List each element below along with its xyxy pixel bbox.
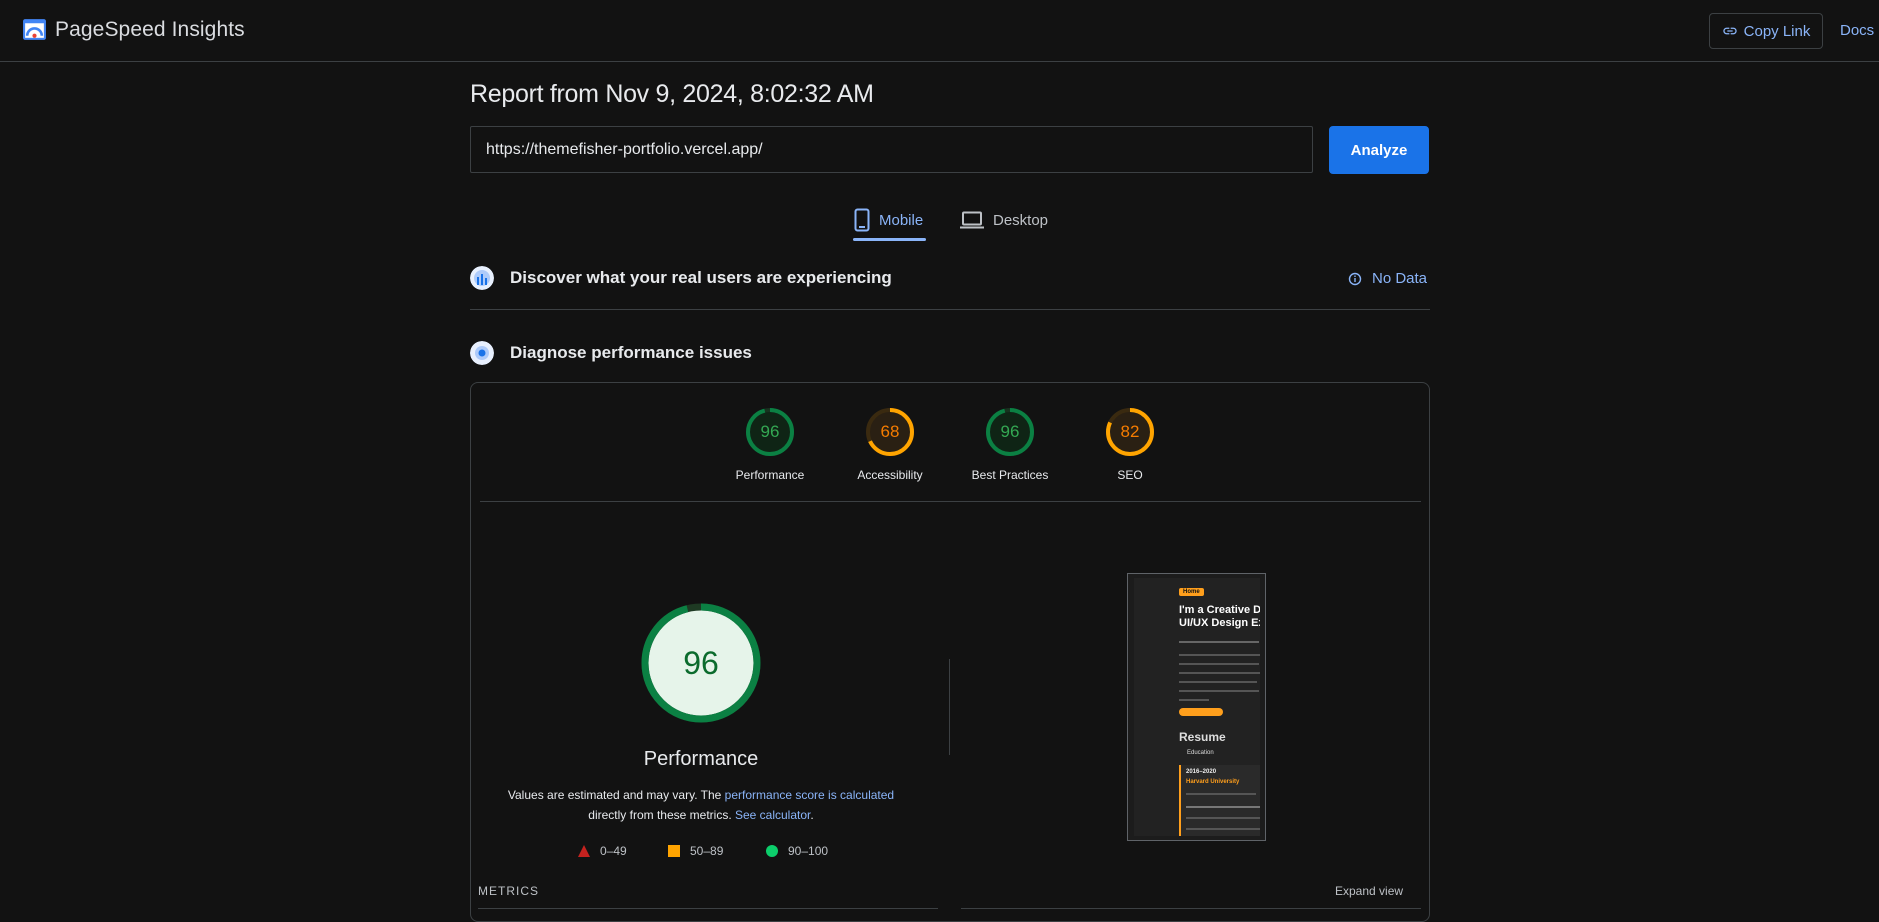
- mobile-phone-icon: [854, 208, 870, 232]
- expand-view-toggle[interactable]: Expand view: [1335, 884, 1403, 898]
- laptop-icon: [960, 211, 984, 229]
- screenshot-text-line: [1179, 641, 1259, 643]
- vertical-divider: [949, 659, 950, 755]
- legend-fail: 0–49: [578, 844, 627, 858]
- performance-heading: Performance: [643, 748, 759, 770]
- gauge-label: Accessibility: [857, 468, 923, 482]
- triangle-icon: [578, 845, 590, 857]
- screenshot-resume-heading: Resume: [1179, 730, 1226, 744]
- legend-pass: 90–100: [766, 844, 828, 858]
- field-data-section[interactable]: Discover what your real users are experi…: [470, 266, 1430, 290]
- copy-link-label: Copy Link: [1743, 22, 1811, 40]
- gauge-label: Performance: [735, 468, 805, 482]
- screenshot-content: Home I'm a Creative De UI/UX Design Ex R…: [1134, 578, 1260, 836]
- gauge-score: 82: [1121, 422, 1140, 441]
- field-data-title: Discover what your real users are experi…: [510, 268, 892, 287]
- screenshot-text-line: [1186, 817, 1260, 819]
- tab-mobile-label: Mobile: [879, 211, 924, 229]
- metrics-heading: METRICS: [478, 884, 539, 898]
- perf-score-link[interactable]: performance score is calculated: [725, 788, 894, 802]
- gauge-ring: 96: [986, 408, 1034, 456]
- metrics-divider-left: [478, 908, 938, 909]
- desc-suffix: .: [810, 808, 814, 822]
- see-calculator-link[interactable]: See calculator: [735, 808, 810, 822]
- screenshot-text-line: [1179, 663, 1259, 665]
- diagnose-section: Diagnose performance issues: [470, 341, 1430, 365]
- screenshot-text-line: [1186, 806, 1260, 808]
- tab-mobile[interactable]: Mobile: [854, 205, 923, 235]
- top-bar: PageSpeed Insights Copy Link Docs: [0, 0, 1879, 62]
- circle-icon: [766, 845, 778, 857]
- analyze-button[interactable]: Analyze: [1329, 126, 1429, 174]
- score-gauge-accessibility[interactable]: 68 Accessibility: [830, 407, 950, 482]
- big-gauge-score: 96: [683, 645, 719, 681]
- screenshot-text-line: [1179, 699, 1209, 701]
- performance-description: Values are estimated and may vary. The p…: [497, 785, 905, 825]
- desc-prefix: Values are estimated and may vary. The: [507, 788, 725, 802]
- report-title: Report from Nov 9, 2024, 8:02:32 AM: [470, 80, 874, 108]
- screenshot-education-label: Education: [1187, 750, 1214, 756]
- performance-big-gauge: 96: [641, 603, 761, 723]
- screenshot-education-card: 2016–2020 Harvard University: [1179, 765, 1260, 836]
- gauge-label: Best Practices: [971, 468, 1049, 482]
- screenshot-home-pill: Home: [1179, 588, 1204, 596]
- tab-desktop-label: Desktop: [993, 211, 1049, 229]
- score-gauge-seo[interactable]: 82 SEO: [1070, 407, 1190, 482]
- docs-link[interactable]: Docs: [1840, 22, 1874, 39]
- screenshot-text-line: [1179, 690, 1259, 692]
- card-divider: [480, 501, 1421, 502]
- legend-average-range: 50–89: [690, 844, 724, 858]
- gauge-ring: 68: [866, 408, 914, 456]
- score-gauge-best-practices[interactable]: 96 Best Practices: [950, 407, 1070, 482]
- square-icon: [668, 845, 680, 857]
- gauge-ring: 96: [746, 408, 794, 456]
- url-input[interactable]: [470, 126, 1313, 173]
- score-gauge-performance[interactable]: 96 Performance: [710, 407, 830, 482]
- field-data-icon: [470, 266, 494, 290]
- diagnose-icon: [470, 341, 494, 365]
- pagespeed-logo-icon: [23, 19, 46, 40]
- legend-fail-range: 0–49: [600, 844, 627, 858]
- brand[interactable]: PageSpeed Insights: [22, 17, 245, 42]
- screenshot-text-line: [1186, 828, 1260, 830]
- gauge-score: 96: [761, 422, 780, 441]
- section-divider: [470, 309, 1430, 310]
- screenshot-university: Harvard University: [1186, 779, 1240, 785]
- no-data-indicator[interactable]: No Data: [1348, 270, 1427, 287]
- desc-middle: directly from these metrics.: [588, 808, 735, 822]
- screenshot-download-button: [1179, 708, 1223, 716]
- screenshot-years: 2016–2020: [1186, 769, 1217, 775]
- legend-average: 50–89: [668, 844, 723, 858]
- link-icon: [1722, 27, 1737, 35]
- info-icon: [1348, 272, 1362, 285]
- screenshot-text-line: [1179, 654, 1260, 656]
- legend-pass-range: 90–100: [788, 844, 829, 858]
- gauge-ring: 82: [1106, 408, 1154, 456]
- copy-link-button[interactable]: Copy Link: [1709, 13, 1823, 49]
- screenshot-text-line: [1179, 681, 1257, 683]
- tab-desktop[interactable]: Desktop: [960, 205, 1048, 235]
- metrics-divider-right: [961, 908, 1421, 909]
- no-data-label: No Data: [1372, 270, 1428, 287]
- gauge-label: SEO: [1117, 468, 1143, 482]
- screenshot-headline-1: I'm a Creative De: [1179, 604, 1260, 616]
- page-screenshot-thumbnail[interactable]: Home I'm a Creative De UI/UX Design Ex R…: [1127, 573, 1266, 841]
- screenshot-text-line: [1179, 672, 1260, 674]
- app-name: PageSpeed Insights: [55, 17, 245, 41]
- gauge-score: 96: [1001, 422, 1020, 441]
- screenshot-headline-2: UI/UX Design Ex: [1179, 617, 1260, 629]
- diagnose-title: Diagnose performance issues: [510, 343, 752, 362]
- gauge-score: 68: [881, 422, 900, 441]
- screenshot-text-line: [1186, 793, 1256, 795]
- tab-selected-indicator: [853, 238, 926, 241]
